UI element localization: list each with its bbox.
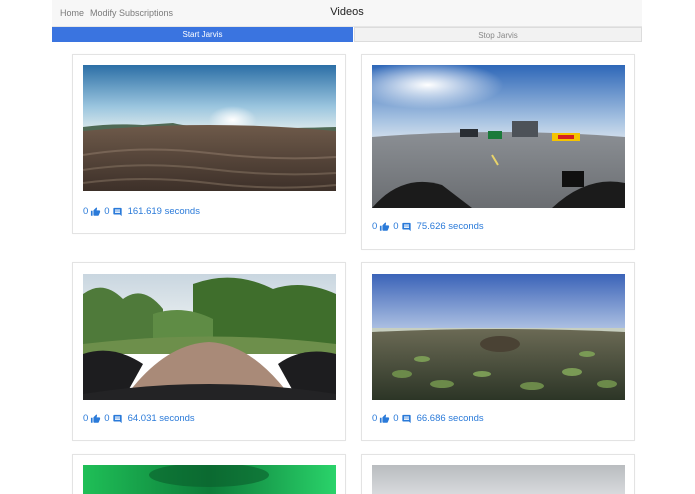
thumbs-up-icon[interactable] bbox=[90, 413, 101, 424]
video-stats: 0 0 161.619 seconds bbox=[83, 206, 200, 217]
comment-count: 0 bbox=[393, 413, 399, 424]
navbar: Home Modify Subscriptions Videos bbox=[52, 0, 642, 27]
video-card[interactable]: 0 0 66.686 seconds bbox=[361, 262, 635, 441]
video-duration: 75.626 seconds bbox=[416, 221, 484, 232]
stop-jarvis-button[interactable]: Stop Jarvis bbox=[354, 27, 642, 42]
comment-count: 0 bbox=[104, 206, 110, 217]
comment-icon[interactable] bbox=[401, 414, 412, 424]
comment-icon[interactable] bbox=[112, 207, 123, 217]
video-thumbnail[interactable] bbox=[372, 465, 625, 494]
video-card[interactable] bbox=[72, 454, 346, 494]
video-duration: 161.619 seconds bbox=[127, 206, 200, 217]
video-thumbnail[interactable] bbox=[372, 274, 625, 400]
video-thumbnail[interactable] bbox=[83, 274, 336, 400]
video-thumbnail[interactable] bbox=[372, 65, 625, 208]
like-count: 0 bbox=[83, 206, 89, 217]
video-card[interactable]: 0 0 64.031 seconds bbox=[72, 262, 346, 441]
thumbs-up-icon[interactable] bbox=[379, 413, 390, 424]
video-duration: 66.686 seconds bbox=[416, 413, 484, 424]
video-thumbnail[interactable] bbox=[83, 65, 336, 191]
thumbs-up-icon[interactable] bbox=[90, 206, 101, 217]
start-jarvis-button[interactable]: Start Jarvis bbox=[52, 27, 353, 42]
video-card[interactable] bbox=[361, 454, 635, 494]
thumbs-up-icon[interactable] bbox=[379, 221, 390, 232]
comment-icon[interactable] bbox=[112, 414, 123, 424]
video-stats: 0 0 64.031 seconds bbox=[83, 413, 195, 424]
video-duration: 64.031 seconds bbox=[127, 413, 195, 424]
comment-count: 0 bbox=[104, 413, 110, 424]
jarvis-controls: Start Jarvis Stop Jarvis bbox=[52, 27, 642, 42]
video-thumbnail[interactable] bbox=[83, 465, 336, 494]
comment-count: 0 bbox=[393, 221, 399, 232]
video-stats: 0 0 75.626 seconds bbox=[372, 221, 484, 232]
like-count: 0 bbox=[83, 413, 89, 424]
video-stats: 0 0 66.686 seconds bbox=[372, 413, 484, 424]
page-title: Videos bbox=[330, 6, 364, 18]
like-count: 0 bbox=[372, 221, 378, 232]
like-count: 0 bbox=[372, 413, 378, 424]
video-card[interactable]: 0 0 161.619 seconds bbox=[72, 54, 346, 234]
video-card[interactable]: 0 0 75.626 seconds bbox=[361, 54, 635, 250]
comment-icon[interactable] bbox=[401, 222, 412, 232]
